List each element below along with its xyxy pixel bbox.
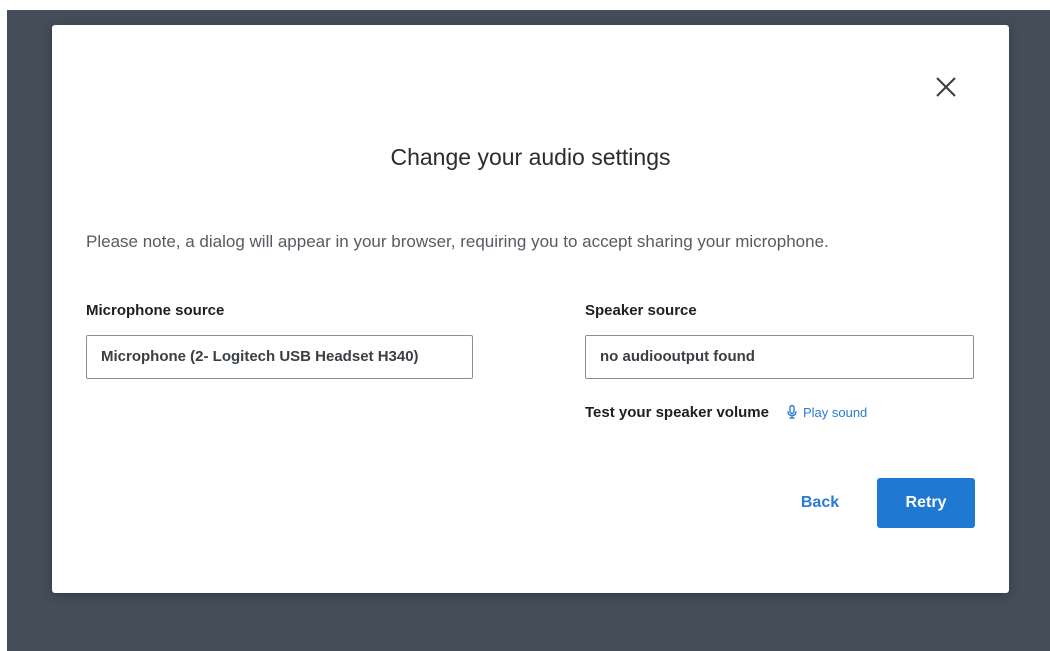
test-speaker-volume-label: Test your speaker volume bbox=[585, 403, 769, 421]
speaker-source-label: Speaker source bbox=[585, 302, 697, 319]
play-sound-link[interactable]: Play sound bbox=[787, 405, 867, 420]
speaker-source-select[interactable]: no audiooutput found bbox=[585, 335, 974, 379]
browser-permission-note: Please note, a dialog will appear in you… bbox=[86, 232, 829, 251]
microphone-source-select[interactable]: Microphone (2- Logitech USB Headset H340… bbox=[86, 335, 473, 379]
microphone-source-label: Microphone source bbox=[86, 302, 225, 319]
audio-settings-dialog: Change your audio settings Please note, … bbox=[52, 25, 1009, 593]
speaker-test-row: Test your speaker volume Play sound bbox=[585, 402, 867, 422]
back-button[interactable]: Back bbox=[782, 478, 858, 528]
close-icon bbox=[936, 77, 956, 97]
close-button[interactable] bbox=[930, 71, 962, 103]
microphone-icon bbox=[787, 405, 797, 419]
play-sound-label: Play sound bbox=[802, 404, 868, 420]
retry-button[interactable]: Retry bbox=[877, 478, 975, 528]
dialog-title: Change your audio settings bbox=[390, 144, 671, 170]
